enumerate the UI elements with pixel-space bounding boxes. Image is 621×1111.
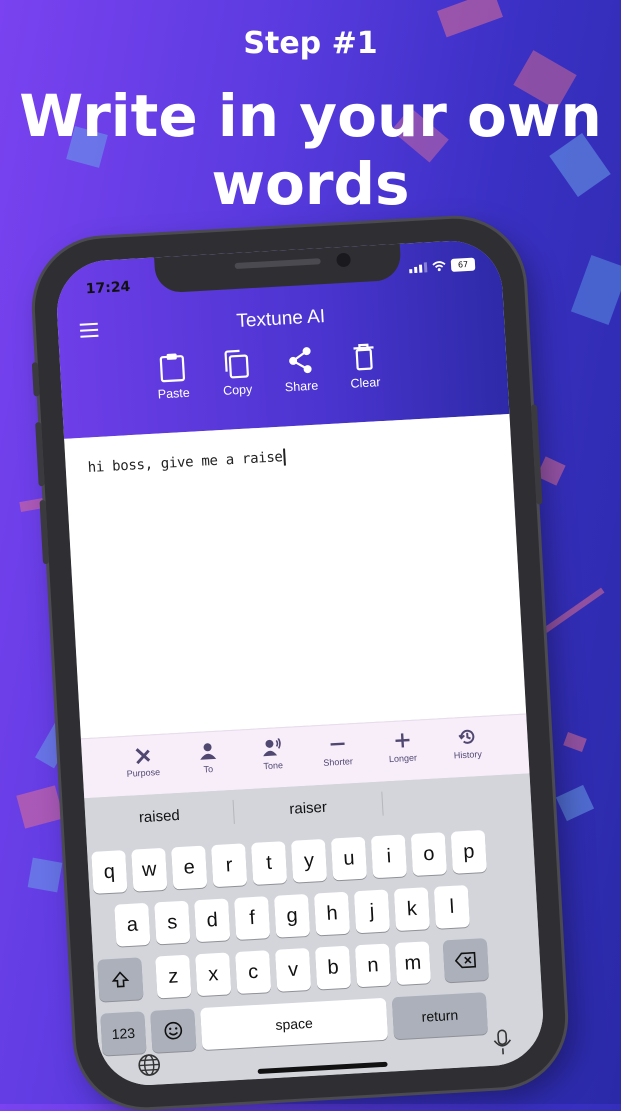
pencil-ruler-icon [135, 748, 150, 765]
suggestion-3[interactable] [383, 795, 531, 803]
key-t[interactable]: t [250, 841, 288, 885]
space-key[interactable]: space [200, 997, 389, 1051]
share-icon [289, 347, 312, 374]
shorter-button[interactable]: Shorter [311, 724, 364, 786]
key-r[interactable]: r [211, 843, 248, 888]
longer-button[interactable]: Longer [376, 720, 429, 782]
key-j[interactable]: j [353, 889, 391, 934]
clear-label: Clear [350, 375, 381, 391]
key-l[interactable]: l [433, 884, 470, 929]
keyboard: raised raiser qwertyuiop asdfghjkl zxcvb… [84, 773, 546, 1088]
text-editor[interactable]: hi boss, give me a raise [64, 413, 527, 739]
plus-icon [394, 733, 410, 748]
suggestion-2[interactable]: raiser [234, 795, 383, 820]
letter-keys-row-3: zxcvbnm [155, 941, 432, 999]
longer-label: Longer [388, 752, 418, 765]
shift-icon [111, 971, 130, 988]
phone-screen: 17:24 67 Textune AI Paste Copy Share Cle… [54, 238, 546, 1088]
key-q[interactable]: q [91, 850, 128, 894]
emoji-icon [164, 1021, 183, 1040]
key-e[interactable]: e [171, 845, 208, 890]
key-i[interactable]: i [370, 834, 408, 879]
key-y[interactable]: y [290, 838, 328, 883]
return-key[interactable]: return [391, 992, 489, 1040]
wifi-icon [432, 261, 446, 272]
history-button[interactable]: History [441, 716, 494, 778]
key-h[interactable]: h [313, 891, 351, 936]
home-indicator [257, 1061, 388, 1074]
key-p[interactable]: p [450, 829, 487, 874]
tone-button[interactable]: Tone [246, 727, 299, 789]
key-d[interactable]: d [194, 898, 231, 943]
copy-label: Copy [222, 382, 253, 398]
key-z[interactable]: z [155, 954, 192, 999]
key-w[interactable]: w [131, 847, 168, 892]
key-g[interactable]: g [273, 893, 311, 938]
share-button[interactable]: Share [279, 344, 322, 394]
speaking-person-icon [262, 738, 281, 757]
status-icons: 67 [409, 257, 476, 275]
clear-button[interactable]: Clear [343, 341, 386, 391]
app-title: Textune AI [235, 306, 326, 332]
key-row-4: 123 space return [100, 992, 489, 1056]
history-icon [457, 729, 474, 744]
shift-key[interactable] [97, 957, 144, 1002]
key-c[interactable]: c [235, 950, 272, 995]
headline-line-1: Write in your own [19, 82, 602, 150]
key-m[interactable]: m [394, 941, 432, 986]
text-caret [283, 448, 286, 466]
backspace-icon [454, 951, 477, 969]
clipboard-icon [159, 353, 186, 383]
status-time: 17:24 [85, 278, 131, 298]
person-icon [199, 743, 216, 760]
editor-content[interactable]: hi boss, give me a raise [87, 448, 286, 477]
to-label: To [203, 764, 214, 775]
key-o[interactable]: o [410, 832, 448, 877]
to-button[interactable]: To [181, 731, 234, 793]
share-label: Share [284, 378, 319, 395]
history-label: History [453, 748, 483, 761]
key-row-2: asdfghjkl [114, 884, 470, 947]
numbers-key[interactable]: 123 [100, 1011, 147, 1056]
paste-label: Paste [157, 385, 191, 402]
globe-icon[interactable] [137, 1052, 162, 1077]
key-a[interactable]: a [114, 902, 151, 947]
key-n[interactable]: n [354, 943, 392, 988]
paste-button[interactable]: Paste [152, 352, 195, 402]
backspace-key[interactable] [442, 938, 489, 983]
step-label: Step #1 [243, 26, 378, 61]
key-f[interactable]: f [234, 896, 271, 940]
key-row-1: qwertyuiop [91, 829, 487, 894]
purpose-label: Purpose [126, 766, 161, 779]
key-s[interactable]: s [154, 900, 191, 945]
key-k[interactable]: k [393, 887, 431, 932]
key-u[interactable]: u [330, 836, 368, 881]
minus-icon [330, 742, 345, 746]
trash-icon [353, 343, 374, 371]
suggestion-1[interactable]: raised [85, 803, 234, 828]
phone-mockup: 17:24 67 Textune AI Paste Copy Share Cle… [31, 215, 569, 1111]
battery-icon: 67 [450, 257, 476, 272]
shorter-label: Shorter [323, 756, 354, 768]
key-x[interactable]: x [195, 952, 232, 997]
emoji-key[interactable] [150, 1008, 197, 1053]
toolbar: Paste Copy Share Clear [152, 341, 386, 402]
editor-text: hi boss, give me a raise [87, 449, 284, 477]
key-b[interactable]: b [314, 945, 352, 990]
purpose-button[interactable]: Purpose [116, 735, 169, 797]
signal-icon [409, 261, 428, 273]
tone-label: Tone [263, 760, 284, 772]
headline-line-2: words [211, 150, 410, 218]
copy-icon [224, 349, 249, 379]
copy-button[interactable]: Copy [215, 348, 258, 398]
promo-headline: Write in your own words [0, 82, 621, 218]
key-row-3: zxcvbnm [97, 938, 489, 1002]
microphone-icon[interactable] [492, 1029, 513, 1056]
key-v[interactable]: v [274, 947, 312, 992]
suggestion-divider [381, 791, 384, 816]
